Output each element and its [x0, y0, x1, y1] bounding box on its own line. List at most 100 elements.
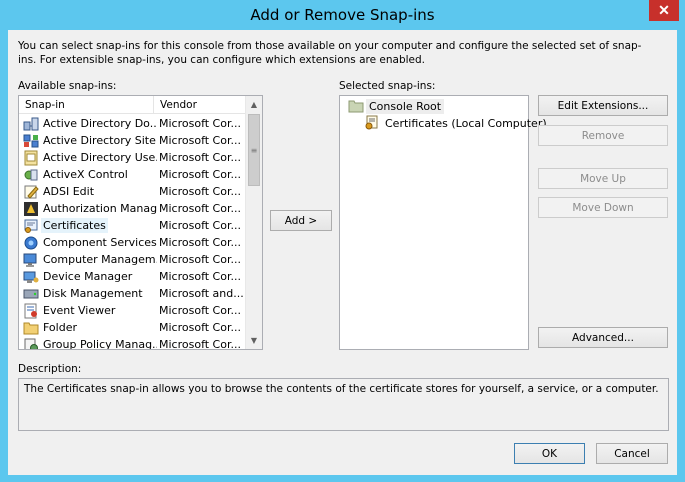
snapin-row[interactable]: Active Directory Use... Microsoft Cor...	[19, 149, 245, 166]
snapin-vendor: Microsoft Cor...	[159, 134, 241, 147]
vertical-scrollbar[interactable]: ▲ ≡ ▼	[245, 96, 262, 349]
certificates-icon	[364, 115, 380, 131]
available-rows: Active Directory Do... Microsoft Cor... Ac…	[19, 115, 245, 350]
snapin-name: Event Viewer	[43, 304, 116, 317]
snapin-name-cell: Active Directory Use...	[19, 150, 157, 166]
snapin-row[interactable]: Folder Microsoft Cor...	[19, 319, 245, 336]
description-label: Description:	[18, 363, 82, 375]
snapin-name: Active Directory Use...	[43, 151, 157, 164]
snapin-name-cell: Active Directory Site...	[19, 133, 157, 149]
snapin-name-cell: Device Manager	[19, 269, 157, 285]
snapin-row[interactable]: Event Viewer Microsoft Cor...	[19, 302, 245, 319]
selected-snapins-label: Selected snap-ins:	[339, 80, 436, 92]
intro-text: You can select snap-ins for this console…	[18, 40, 642, 66]
column-header-vendor[interactable]: Vendor	[154, 96, 244, 114]
snapin-name-cell: Active Directory Do...	[19, 116, 157, 132]
snapin-name-cell: Group Policy Manag...	[19, 337, 157, 350]
snapin-row[interactable]: Component Services Microsoft Cor...	[19, 234, 245, 251]
close-icon: ✕	[658, 2, 670, 18]
title-bar: Add or Remove Snap-ins ✕	[0, 0, 685, 30]
snapin-name: ActiveX Control	[43, 168, 128, 181]
available-snapins-label: Available snap-ins:	[18, 80, 117, 92]
scroll-down-button[interactable]: ▼	[246, 332, 262, 349]
snapin-name-cell: Component Services	[19, 235, 157, 251]
computer-management-icon	[23, 252, 39, 268]
snapin-row[interactable]: ADSI Edit Microsoft Cor...	[19, 183, 245, 200]
snapin-name: Certificates	[41, 218, 108, 233]
ad-domains-icon	[23, 116, 39, 132]
console-root-folder-icon	[348, 98, 364, 114]
authorization-icon	[23, 201, 39, 217]
snapin-row[interactable]: Active Directory Site... Microsoft Cor...	[19, 132, 245, 149]
snapin-vendor: Microsoft Cor...	[159, 219, 241, 232]
edit-extensions-button[interactable]: Edit Extensions...	[538, 95, 668, 116]
snapin-name: Group Policy Manag...	[43, 338, 157, 350]
ad-sites-icon	[23, 133, 39, 149]
snapin-vendor: Microsoft Cor...	[159, 253, 241, 266]
snapin-vendor: Microsoft Cor...	[159, 168, 241, 181]
snapin-row[interactable]: Computer Managem... Microsoft Cor...	[19, 251, 245, 268]
move-down-button[interactable]: Move Down	[538, 197, 668, 218]
tree-item-certificates[interactable]: Certificates (Local Computer)	[360, 115, 550, 131]
snapin-vendor: Microsoft Cor...	[159, 236, 241, 249]
tree-item-console-root[interactable]: Console Root	[344, 98, 445, 114]
snapin-row[interactable]: Device Manager Microsoft Cor...	[19, 268, 245, 285]
snapin-vendor: Microsoft Cor...	[159, 202, 241, 215]
snapin-name-cell: Event Viewer	[19, 303, 157, 319]
scroll-up-button[interactable]: ▲	[246, 96, 262, 113]
snapin-vendor: Microsoft Cor...	[159, 338, 241, 350]
selected-snapins-tree[interactable]: Console Root Certificates (Local Compute…	[339, 95, 547, 350]
tree-label: Console Root	[366, 98, 445, 114]
grip-icon: ≡	[250, 145, 258, 155]
event-viewer-icon	[23, 303, 39, 319]
move-up-button[interactable]: Move Up	[538, 168, 668, 189]
snapin-vendor: Microsoft Cor...	[159, 117, 241, 130]
advanced-button[interactable]: Advanced...	[538, 327, 668, 348]
snapin-name-cell: Folder	[19, 320, 157, 336]
snapin-vendor: Microsoft Cor...	[159, 304, 241, 317]
snapin-name: Active Directory Do...	[43, 117, 157, 130]
description-box: The Certificates snap-in allows you to b…	[18, 378, 669, 431]
description-text: The Certificates snap-in allows you to b…	[24, 383, 659, 395]
add-button[interactable]: Add >	[270, 210, 332, 231]
certificates-icon	[23, 218, 39, 234]
snapin-name: Device Manager	[43, 270, 133, 283]
ad-users-icon	[23, 150, 39, 166]
folder-icon	[23, 320, 39, 336]
snapin-vendor: Microsoft Cor...	[159, 185, 241, 198]
close-button[interactable]: ✕	[649, 0, 679, 21]
snapin-name: Component Services	[43, 236, 157, 249]
adsi-edit-icon	[23, 184, 39, 200]
column-header-snapin[interactable]: Snap-in	[19, 96, 154, 114]
window-title: Add or Remove Snap-ins	[250, 6, 435, 24]
snapin-row[interactable]: Active Directory Do... Microsoft Cor...	[19, 115, 245, 132]
list-header: Snap-in Vendor	[19, 96, 245, 114]
activex-icon	[23, 167, 39, 183]
group-policy-icon	[23, 337, 39, 349]
snapin-vendor: Microsoft and...	[159, 287, 243, 300]
snapin-name-cell: Authorization Manager	[19, 201, 157, 217]
snapin-row[interactable]: Certificates Microsoft Cor...	[19, 217, 245, 234]
dialog-client-area: You can select snap-ins for this console…	[8, 30, 677, 475]
snapin-row[interactable]: ActiveX Control Microsoft Cor...	[19, 166, 245, 183]
tree-label: Certificates (Local Computer)	[385, 116, 547, 130]
scroll-thumb[interactable]: ≡	[248, 114, 260, 186]
snapin-name: Authorization Manager	[43, 202, 157, 215]
snapin-name-cell: Disk Management	[19, 286, 157, 302]
device-manager-icon	[23, 269, 39, 285]
remove-button[interactable]: Remove	[538, 125, 668, 146]
snapin-vendor: Microsoft Cor...	[159, 321, 241, 334]
available-snapins-list[interactable]: Snap-in Vendor Active Directory Do... Mic…	[18, 95, 263, 350]
snapin-name: Disk Management	[43, 287, 143, 300]
snapin-name: Computer Managem...	[43, 253, 157, 266]
snapin-name: ADSI Edit	[43, 185, 95, 198]
snapin-name-cell: Computer Managem...	[19, 252, 157, 268]
snapin-row[interactable]: Group Policy Manag... Microsoft Cor...	[19, 336, 245, 350]
snapin-row[interactable]: Authorization Manager Microsoft Cor...	[19, 200, 245, 217]
snapin-row[interactable]: Disk Management Microsoft and...	[19, 285, 245, 302]
ok-button[interactable]: OK	[514, 443, 585, 464]
component-services-icon	[23, 235, 39, 251]
snapin-name: Folder	[43, 321, 77, 334]
snapin-vendor: Microsoft Cor...	[159, 151, 241, 164]
cancel-button[interactable]: Cancel	[596, 443, 668, 464]
